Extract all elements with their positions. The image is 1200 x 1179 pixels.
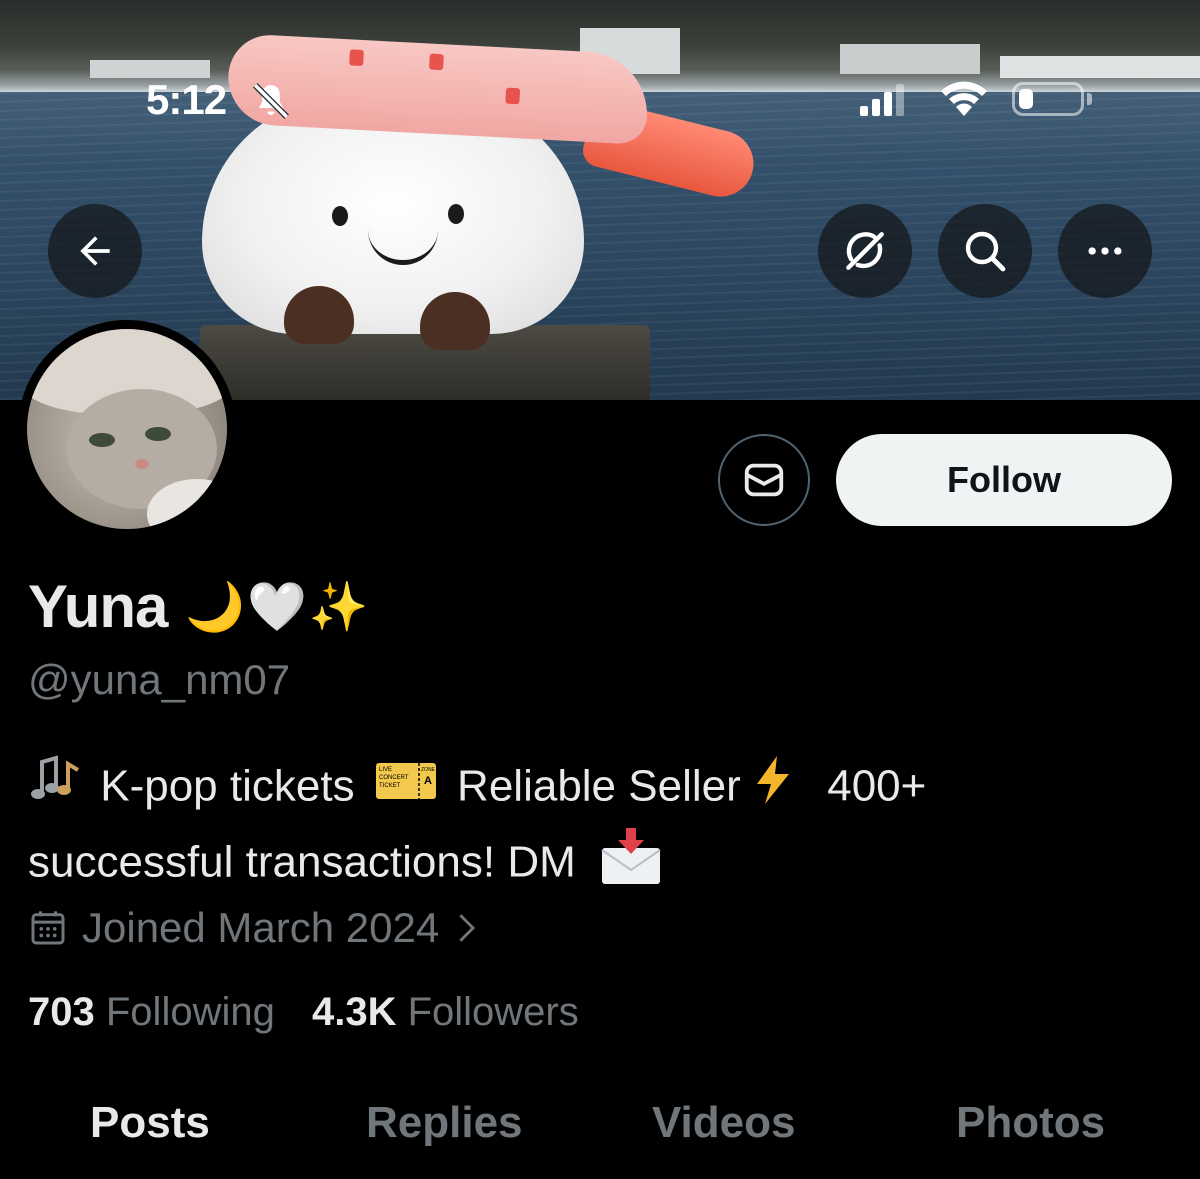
profile-bio: K-pop tickets LIVE CONCERT TICKET ZONE A… [28, 752, 1178, 904]
display-name: Yuna [28, 572, 168, 640]
shrimp-stripe [349, 49, 364, 67]
chevron-right-icon [459, 914, 476, 942]
display-name-row: Yuna 🌙🤍✨ [28, 568, 371, 644]
plush-eye [332, 206, 348, 226]
lightning-icon [753, 754, 793, 824]
followers-link[interactable]: 4.3K Followers [312, 990, 579, 1034]
ticket-zone-letter: A [424, 775, 432, 787]
music-notes-icon [28, 752, 88, 826]
more-button[interactable] [1058, 204, 1152, 298]
following-label: Following [105, 990, 275, 1034]
followers-label: Followers [407, 990, 579, 1034]
back-button[interactable] [48, 204, 142, 298]
plush-eye [448, 204, 464, 224]
bio-text-transactions: successful transactions! DM [28, 837, 576, 887]
battery-nub [1087, 93, 1092, 105]
banner-building [840, 44, 980, 74]
shrimp-stripe [429, 53, 444, 71]
profile-avatar[interactable] [18, 320, 236, 538]
envelope-arrow-icon [600, 826, 662, 904]
tab-videos[interactable]: Videos [652, 1098, 795, 1148]
ticket-live-text: LIVE [379, 767, 392, 773]
calendar-icon [31, 911, 65, 945]
tab-replies[interactable]: Replies [366, 1098, 523, 1148]
shrimp-stripe [505, 87, 521, 105]
bio-text-reliable-seller: Reliable Seller [457, 761, 741, 811]
follow-stats: 703 Following 4.3K Followers [28, 990, 579, 1035]
search-icon [965, 231, 1006, 272]
cellular-signal-icon [860, 84, 904, 116]
avatar-cat-eye [89, 433, 115, 447]
banner-building [1000, 56, 1200, 78]
profile-tabs: Posts Replies Videos Photos [0, 1098, 1200, 1162]
following-count: 703 [28, 990, 95, 1034]
tab-posts[interactable]: Posts [90, 1098, 210, 1148]
display-name-emojis: 🌙🤍✨ [185, 580, 371, 634]
profile-handle: @yuna_nm07 [28, 656, 291, 703]
follow-button[interactable]: Follow [836, 434, 1172, 526]
arrow-left-icon [80, 236, 110, 266]
ticket-concert-text: CONCERT [379, 775, 409, 781]
message-button[interactable] [718, 434, 810, 526]
bio-text-count: 400+ [827, 761, 927, 811]
tab-photos[interactable]: Photos [956, 1098, 1105, 1148]
followers-count: 4.3K [311, 990, 397, 1034]
search-button[interactable] [938, 204, 1032, 298]
avatar-cat-eye [145, 427, 171, 441]
battery-icon [1012, 82, 1084, 116]
avatar-cat-photo [27, 329, 227, 529]
avatar-cat-nose [135, 459, 149, 469]
ticket-ticket-text: TICKET [379, 783, 401, 789]
grok-button[interactable] [818, 204, 912, 298]
ticket-zone-text: ZONE [421, 767, 436, 773]
joined-date[interactable]: Joined March 2024 [28, 900, 483, 956]
more-icon [1088, 247, 1122, 255]
envelope-icon [744, 463, 784, 497]
status-time: 5:12 [146, 76, 227, 123]
bell-slash-icon [253, 83, 289, 119]
battery-level [1019, 89, 1033, 109]
bio-text-tickets: K-pop tickets [100, 761, 355, 811]
grok-icon [846, 232, 884, 270]
following-link[interactable]: 703 Following [28, 990, 275, 1034]
wifi-icon [941, 81, 987, 116]
joined-date-text: Joined March 2024 [82, 904, 440, 951]
ticket-icon: LIVE CONCERT TICKET ZONE A [375, 757, 437, 821]
